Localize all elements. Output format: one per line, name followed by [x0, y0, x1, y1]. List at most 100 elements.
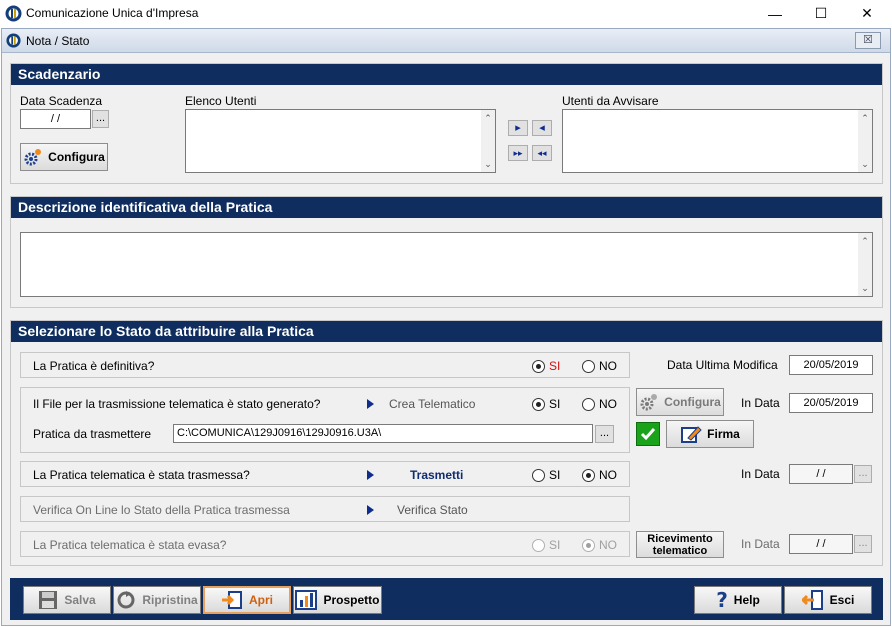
si-label: SI	[549, 468, 561, 482]
inner-logo-icon	[6, 33, 21, 48]
apri-button[interactable]: Apri	[203, 586, 291, 614]
trasmetti-link[interactable]: Trasmetti	[410, 468, 463, 482]
utenti-avvisare-scrollbar[interactable]: ⌃ ⌄	[858, 110, 872, 172]
elenco-utenti-label: Elenco Utenti	[185, 94, 257, 108]
move-right-button[interactable]: ▸	[508, 120, 528, 136]
no-label: NO	[599, 538, 617, 552]
configura-telematico-button[interactable]: Configura	[636, 388, 724, 416]
scroll-up-icon[interactable]: ⌃	[858, 234, 872, 248]
data-scadenza-picker-button[interactable]: ...	[92, 110, 109, 128]
evasa-data-picker-button[interactable]: ...	[854, 535, 872, 553]
minimize-button[interactable]: —	[752, 0, 798, 27]
exit-door-icon	[801, 590, 823, 610]
scroll-down-icon[interactable]: ⌄	[481, 157, 495, 171]
app-logo-icon	[5, 5, 22, 22]
pratica-path-browse-button[interactable]: ...	[595, 425, 614, 443]
data-ultima-modifica-field: 20/05/2019	[789, 355, 873, 375]
no-label: NO	[599, 397, 617, 411]
file-generato-no-radio[interactable]: NO	[582, 397, 617, 411]
ripristina-button[interactable]: Ripristina	[113, 586, 201, 614]
pratica-path-field[interactable]: C:\COMUNICA\129J0916\129J0916.U3A\	[173, 424, 593, 443]
gear-icon	[24, 149, 42, 166]
scadenzario-header: Scadenzario	[11, 64, 882, 85]
data-ultima-modifica-label: Data Ultima Modifica	[667, 358, 778, 372]
apri-label: Apri	[249, 593, 273, 607]
scroll-up-icon[interactable]: ⌃	[481, 111, 495, 125]
maximize-button[interactable]: ☐	[798, 0, 844, 27]
scroll-down-icon[interactable]: ⌄	[858, 281, 872, 295]
trasmessa-no-radio[interactable]: NO	[582, 468, 617, 482]
gear-icon	[640, 394, 658, 411]
data-scadenza-field[interactable]: / /	[20, 109, 91, 129]
prospetto-label: Prospetto	[323, 593, 380, 607]
scroll-down-icon[interactable]: ⌄	[858, 157, 872, 171]
ricevimento-label-line2: telematico	[652, 544, 708, 557]
in-data-label: In Data	[741, 396, 780, 410]
pratica-trasmettere-label: Pratica da trasmettere	[33, 427, 152, 441]
play-arrow-icon	[367, 505, 374, 515]
scroll-up-icon[interactable]: ⌃	[858, 111, 872, 125]
row-verifica: Verifica On Line lo Stato della Pratica …	[20, 496, 630, 522]
move-all-left-button[interactable]: ◂◂	[532, 145, 552, 161]
evasa-data-field: / /	[789, 534, 853, 554]
evasa-no-radio[interactable]: NO	[582, 538, 617, 552]
window-title: Comunicazione Unica d'Impresa	[26, 6, 199, 20]
help-label: Help	[733, 593, 760, 607]
trasmessa-data-picker-button[interactable]: ...	[854, 465, 872, 483]
crea-telematico-link[interactable]: Crea Telematico	[389, 397, 475, 411]
descrizione-scrollbar[interactable]: ⌃ ⌄	[858, 233, 872, 296]
evasa-label: La Pratica telematica è stata evasa?	[33, 538, 227, 552]
elenco-utenti-list[interactable]: ⌃ ⌄	[185, 109, 496, 173]
inner-title: Nota / Stato	[26, 34, 90, 48]
si-label: SI	[549, 397, 561, 411]
ripristina-label: Ripristina	[142, 593, 198, 607]
file-generato-si-radio[interactable]: SI	[532, 397, 560, 411]
restore-icon	[117, 591, 135, 609]
esci-button[interactable]: Esci	[784, 586, 872, 614]
no-label: NO	[599, 359, 617, 373]
verifica-stato-link[interactable]: Verifica Stato	[397, 503, 468, 517]
salva-button[interactable]: Salva	[23, 586, 111, 614]
move-all-right-button[interactable]: ▸▸	[508, 145, 528, 161]
descrizione-panel: Descrizione identificativa della Pratica…	[10, 196, 883, 308]
trasmessa-label: La Pratica telematica è stata trasmessa?	[33, 468, 250, 482]
in-data-label: In Data	[741, 467, 780, 481]
elenco-utenti-scrollbar[interactable]: ⌃ ⌄	[481, 110, 495, 172]
firma-label: Firma	[707, 427, 740, 441]
configura-scadenzario-button[interactable]: Configura	[20, 143, 108, 171]
bottom-toolbar: Salva Ripristina Apri Prospetto ? Help E…	[10, 578, 883, 620]
scadenzario-panel: Scadenzario Data Scadenza / / ... Config…	[10, 63, 883, 184]
configura-label: Configura	[664, 395, 721, 409]
evasa-si-radio[interactable]: SI	[532, 538, 560, 552]
row-definitiva: La Pratica è definitiva? SI NO	[20, 352, 630, 378]
help-button[interactable]: ? Help	[694, 586, 782, 614]
configura-label: Configura	[48, 150, 105, 164]
file-generato-data-field: 20/05/2019	[789, 393, 873, 413]
esci-label: Esci	[829, 593, 855, 607]
firma-button[interactable]: Firma	[666, 420, 754, 448]
open-arrow-icon	[222, 591, 242, 609]
play-arrow-icon	[367, 399, 374, 409]
salva-label: Salva	[64, 593, 96, 607]
definitiva-si-radio[interactable]: SI	[532, 359, 560, 373]
definitiva-label: La Pratica è definitiva?	[33, 359, 155, 373]
stato-panel: Selezionare lo Stato da attribuire alla …	[10, 320, 883, 566]
definitiva-no-radio[interactable]: NO	[582, 359, 617, 373]
inner-title-bar: Nota / Stato ☒	[2, 29, 890, 53]
utenti-avvisare-list[interactable]: ⌃ ⌄	[562, 109, 873, 173]
move-left-button[interactable]: ◂	[532, 120, 552, 136]
close-button[interactable]: ✕	[844, 0, 890, 27]
descrizione-textarea[interactable]: ⌃ ⌄	[20, 232, 873, 297]
check-icon[interactable]	[636, 422, 660, 446]
trasmessa-si-radio[interactable]: SI	[532, 468, 560, 482]
play-arrow-icon	[367, 470, 374, 480]
verifica-label: Verifica On Line lo Stato della Pratica …	[33, 503, 290, 517]
ricevimento-telematico-button[interactable]: Ricevimento telematico	[636, 531, 724, 558]
in-data-label: In Data	[741, 537, 780, 551]
no-label: NO	[599, 468, 617, 482]
trasmessa-data-field: / /	[789, 464, 853, 484]
floppy-disk-icon	[39, 591, 58, 609]
bar-chart-icon	[295, 590, 318, 610]
inner-close-button[interactable]: ☒	[855, 32, 881, 49]
prospetto-button[interactable]: Prospetto	[293, 586, 382, 614]
